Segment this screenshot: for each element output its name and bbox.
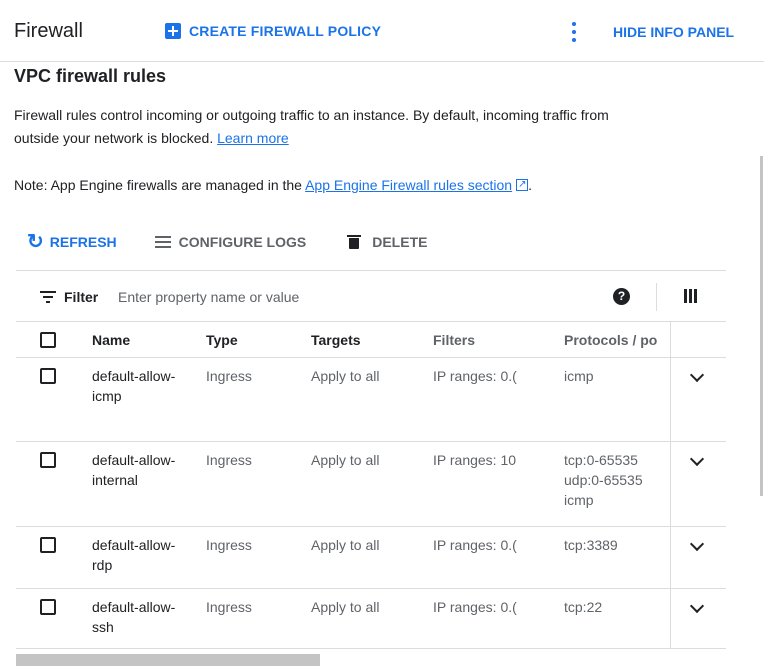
vertical-scrollbar[interactable] — [760, 156, 763, 496]
section-description: Firewall rules control incoming or outgo… — [14, 104, 654, 150]
app-engine-firewall-link[interactable]: App Engine Firewall rules section — [305, 177, 512, 193]
more-options-icon[interactable] — [568, 22, 580, 42]
rule-targets: Apply to all — [311, 537, 380, 553]
external-link-icon — [516, 176, 529, 194]
rule-type: Ingress — [206, 599, 252, 615]
filter-icon — [40, 291, 56, 303]
select-all-checkbox[interactable] — [40, 332, 56, 348]
table-row[interactable]: default-allow-icmp Ingress Apply to all … — [16, 358, 726, 442]
rule-type: Ingress — [206, 537, 252, 553]
refresh-button[interactable]: ↻ REFRESH — [27, 232, 117, 252]
rule-protocols: icmp — [564, 368, 594, 384]
section-title: VPC firewall rules — [14, 66, 167, 86]
rule-type: Ingress — [206, 368, 252, 384]
rule-name[interactable]: default-allow-icmp — [92, 366, 182, 406]
horizontal-scrollbar[interactable] — [16, 654, 320, 666]
learn-more-link[interactable]: Learn more — [217, 130, 289, 146]
column-header-name[interactable]: Name — [92, 332, 130, 348]
rule-protocols: tcp:0-65535 udp:0-65535 icmp — [564, 452, 643, 508]
rule-name[interactable]: default-allow-rdp — [92, 535, 182, 575]
table-row[interactable]: default-allow-ssh Ingress Apply to all I… — [16, 589, 726, 649]
table-row[interactable]: default-allow-rdp Ingress Apply to all I… — [16, 527, 726, 589]
create-firewall-policy-label: CREATE FIREWALL POLICY — [189, 23, 382, 39]
expand-row-chevron-icon[interactable] — [689, 451, 705, 467]
configure-logs-button[interactable]: CONFIGURE LOGS — [154, 234, 307, 250]
add-box-icon — [165, 23, 181, 39]
expand-row-chevron-icon[interactable] — [689, 367, 705, 383]
row-checkbox[interactable] — [40, 368, 56, 384]
column-header-filters[interactable]: Filters — [433, 332, 475, 348]
description-text: Firewall rules control incoming or outgo… — [14, 107, 609, 146]
refresh-icon: ↻ — [27, 231, 44, 253]
rule-targets: Apply to all — [311, 599, 380, 615]
firewall-rules-table: Filter ? Name Type Targets Filters Proto… — [16, 270, 726, 649]
expand-row-chevron-icon[interactable] — [689, 598, 705, 614]
app-engine-note: Note: App Engine firewalls are managed i… — [14, 176, 532, 194]
rule-protocols: tcp:22 — [564, 599, 603, 615]
filter-input[interactable] — [118, 285, 538, 309]
table-row[interactable]: default-allow-internal Ingress Apply to … — [16, 442, 726, 527]
rule-protocols: tcp:3389 — [564, 537, 618, 553]
table-header: Name Type Targets Filters Protocols / po — [16, 322, 726, 358]
rule-targets: Apply to all — [311, 452, 380, 468]
list-lines-icon — [154, 236, 171, 248]
filter-bar: Filter ? — [16, 271, 726, 322]
note-prefix: Note: App Engine firewalls are managed i… — [14, 177, 302, 193]
refresh-label: REFRESH — [49, 234, 117, 250]
create-firewall-policy-button[interactable]: CREATE FIREWALL POLICY — [165, 23, 381, 39]
hide-info-panel-button[interactable]: HIDE INFO PANEL — [613, 24, 734, 40]
top-bar: Firewall CREATE FIREWALL POLICY HIDE INF… — [0, 0, 764, 62]
rule-name[interactable]: default-allow-ssh — [92, 597, 182, 637]
filter-label: Filter — [64, 289, 99, 305]
page-title: Firewall — [14, 20, 83, 42]
row-checkbox[interactable] — [40, 452, 56, 468]
column-display-options-icon[interactable] — [684, 289, 698, 303]
rule-type: Ingress — [206, 452, 252, 468]
row-checkbox[interactable] — [40, 537, 56, 553]
rule-targets: Apply to all — [311, 368, 380, 384]
column-header-targets[interactable]: Targets — [311, 332, 361, 348]
sticky-column-divider — [670, 322, 671, 649]
row-checkbox[interactable] — [40, 599, 56, 615]
rule-filters: IP ranges: 10 — [433, 452, 517, 468]
rule-name[interactable]: default-allow-internal — [92, 450, 182, 490]
divider — [656, 283, 657, 311]
action-bar: ↻ REFRESH CONFIGURE LOGS DELETE — [27, 232, 427, 252]
configure-logs-label: CONFIGURE LOGS — [178, 234, 307, 250]
rule-filters: IP ranges: 0.( — [433, 368, 517, 384]
delete-label: DELETE — [372, 234, 428, 250]
rule-filters: IP ranges: 0.( — [433, 537, 517, 553]
column-header-type[interactable]: Type — [206, 332, 238, 348]
rule-filters: IP ranges: 0.( — [433, 599, 517, 615]
note-suffix: . — [528, 177, 532, 193]
column-header-protocols[interactable]: Protocols / po — [564, 332, 662, 348]
expand-row-chevron-icon[interactable] — [689, 536, 705, 552]
trash-icon — [347, 235, 362, 249]
delete-button[interactable]: DELETE — [347, 234, 428, 250]
help-icon[interactable]: ? — [613, 288, 630, 305]
